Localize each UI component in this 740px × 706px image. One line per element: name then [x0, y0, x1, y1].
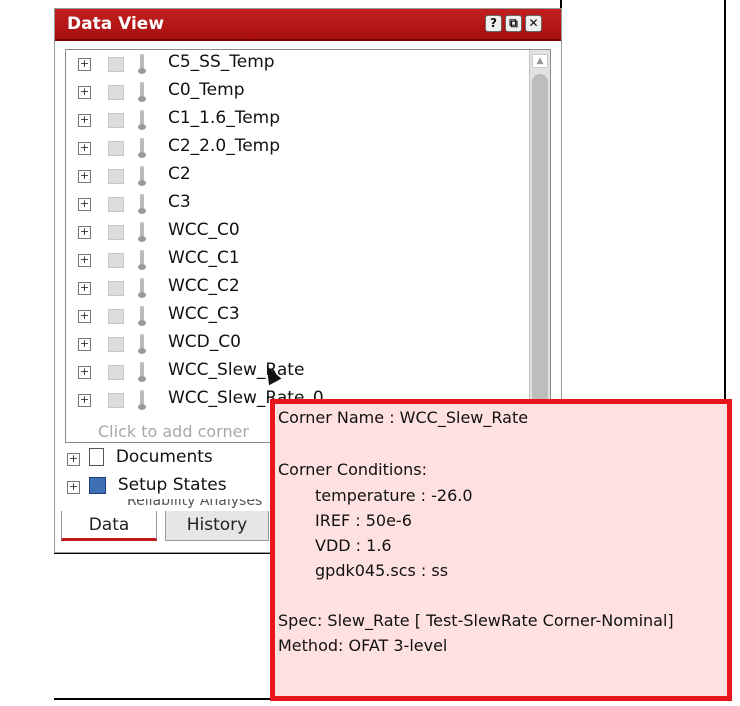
thermometer-icon — [138, 138, 146, 158]
checkbox[interactable] — [108, 169, 124, 184]
tooltip-spec: Spec: Slew_Rate [ Test-SlewRate Corner-N… — [278, 611, 674, 630]
right-vertical-line — [724, 0, 726, 400]
checkbox[interactable] — [108, 309, 124, 324]
tooltip-method: Method: OFAT 3-level — [278, 636, 448, 655]
thermometer-icon — [138, 194, 146, 214]
tree-item-label: C2 — [168, 164, 191, 184]
expand-icon[interactable]: + — [78, 170, 91, 183]
expand-icon[interactable]: + — [67, 453, 80, 466]
tree-item-label: WCC_Slew_Rate — [168, 360, 305, 380]
tree-item-label: WCC_C3 — [168, 304, 240, 324]
checkbox[interactable] — [108, 281, 124, 296]
tooltip-condition: gpdk045.scs : ss — [315, 561, 449, 580]
reliability-label: Reliability Analyses — [127, 499, 263, 509]
thermometer-icon — [138, 306, 146, 326]
expand-icon[interactable]: + — [78, 282, 91, 295]
thermometer-icon — [138, 82, 146, 102]
bottom-horizontal-line — [54, 698, 274, 700]
thermometer-icon — [138, 222, 146, 242]
close-button[interactable]: ✕ — [525, 15, 542, 32]
tooltip-condition: IREF : 50e-6 — [315, 511, 412, 530]
checkbox[interactable] — [108, 225, 124, 240]
checkbox[interactable] — [108, 337, 124, 352]
reliability-item[interactable]: Reliability Analyses — [67, 499, 262, 509]
checkbox[interactable] — [108, 57, 124, 72]
scroll-thumb[interactable] — [532, 74, 548, 404]
tree-item-label: WCC_C1 — [168, 248, 240, 268]
expand-icon[interactable]: + — [78, 142, 91, 155]
checkbox[interactable] — [108, 393, 124, 408]
expand-icon[interactable]: + — [78, 338, 91, 351]
tree-item-label: C0_Temp — [168, 80, 245, 100]
tooltip-corner-name: Corner Name : WCC_Slew_Rate — [278, 408, 529, 427]
expand-icon[interactable]: + — [78, 86, 91, 99]
tree-item-label: C1_1.6_Temp — [168, 108, 281, 128]
title-bar: Data View ? ⧉ ✕ — [55, 9, 561, 41]
thermometer-icon — [138, 250, 146, 270]
checkbox[interactable] — [108, 197, 124, 212]
expand-icon[interactable]: + — [78, 198, 91, 211]
expand-icon[interactable]: + — [78, 58, 91, 71]
tooltip-conditions-header: Corner Conditions: — [278, 460, 427, 479]
tree-item-label: C3 — [168, 192, 191, 212]
checkbox[interactable] — [108, 141, 124, 156]
expand-icon[interactable]: + — [78, 254, 91, 267]
thermometer-icon — [138, 166, 146, 186]
tooltip-condition: VDD : 1.6 — [315, 536, 392, 555]
documents-label: Documents — [115, 447, 213, 467]
thermometer-icon — [138, 110, 146, 130]
corner-tooltip: Corner Name : WCC_Slew_Rate Corner Condi… — [270, 399, 732, 701]
expand-icon[interactable]: + — [78, 366, 91, 379]
tree-item-label: WCC_C0 — [168, 220, 240, 240]
setup-states-item[interactable]: + Setup States — [67, 475, 227, 501]
thermometer-icon — [138, 54, 146, 74]
checkbox[interactable] — [108, 253, 124, 268]
help-button[interactable]: ? — [485, 15, 502, 32]
checkbox[interactable] — [108, 365, 124, 380]
documents-item[interactable]: + Documents — [67, 447, 213, 473]
vertical-scrollbar[interactable]: ▲ — [529, 50, 550, 442]
panel-title: Data View — [67, 14, 165, 34]
expand-icon[interactable]: + — [78, 310, 91, 323]
tooltip-condition: temperature : -26.0 — [315, 486, 473, 505]
float-button[interactable]: ⧉ — [505, 15, 522, 32]
corner-tree[interactable]: + C5_SS_Temp + C0_Temp + C1_1.6_Temp + C… — [65, 49, 551, 443]
setup-states-icon — [89, 476, 107, 494]
tree-item-label: WCC_C2 — [168, 276, 240, 296]
thermometer-icon — [138, 278, 146, 298]
checkbox[interactable] — [108, 85, 124, 100]
tab-history[interactable]: History — [165, 511, 269, 541]
thermometer-icon — [138, 390, 146, 410]
expand-icon[interactable]: + — [67, 481, 80, 494]
expand-icon[interactable]: + — [78, 394, 91, 407]
tree-item-label: WCD_C0 — [168, 332, 241, 352]
thermometer-icon — [138, 362, 146, 382]
add-corner-placeholder[interactable]: Click to add corner — [98, 422, 249, 441]
tab-data[interactable]: Data — [61, 511, 157, 541]
expand-icon[interactable]: + — [78, 226, 91, 239]
thermometer-icon — [138, 334, 146, 354]
tree-item-label: C5_SS_Temp — [168, 52, 275, 72]
document-icon — [89, 448, 105, 466]
checkbox[interactable] — [108, 113, 124, 128]
expand-icon[interactable]: + — [78, 114, 91, 127]
setup-states-label: Setup States — [117, 475, 227, 495]
scroll-up-icon[interactable]: ▲ — [532, 54, 548, 68]
tree-item-label: C2_2.0_Temp — [168, 136, 281, 156]
